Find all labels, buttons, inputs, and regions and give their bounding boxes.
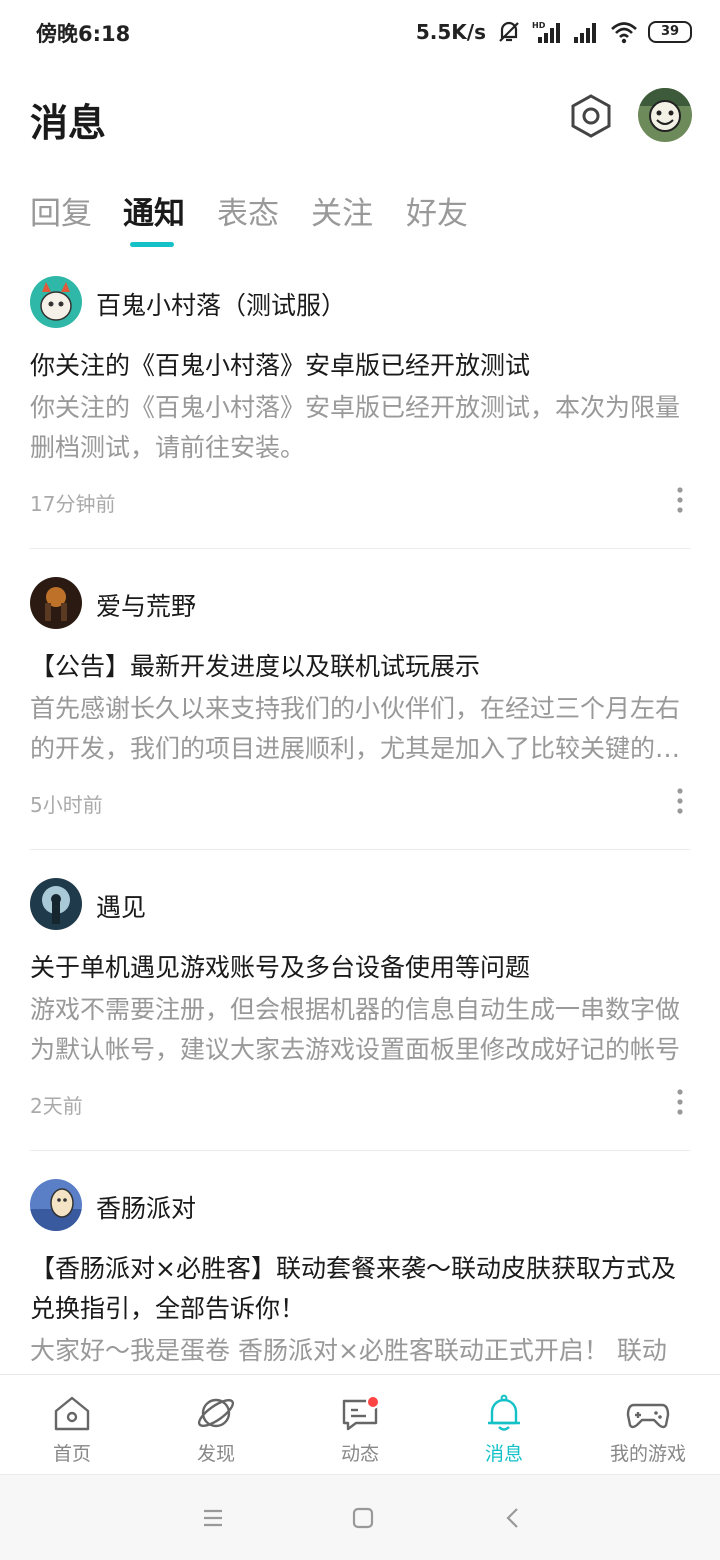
author-name[interactable]: 遇见	[96, 888, 146, 924]
author-avatar[interactable]	[30, 577, 82, 629]
avatar-image	[30, 878, 82, 930]
page-title: 消息	[30, 101, 107, 145]
more-options-button[interactable]	[668, 785, 692, 817]
mute-bell-icon	[499, 21, 519, 42]
svg-text:HD: HD	[532, 21, 546, 30]
nav-label: 我的游戏	[609, 1443, 686, 1465]
notification-body: 游戏不需要注册，但会根据机器的信息自动生成一串数字做为默认帐号，建议大家去游戏设…	[30, 995, 681, 1064]
signal-icon	[574, 23, 596, 43]
wifi-icon	[611, 22, 637, 44]
notification-time: 2天前	[30, 1094, 83, 1118]
notification-time: 17分钟前	[30, 492, 116, 516]
home-square-icon[interactable]	[348, 1503, 378, 1533]
nav-label: 消息	[484, 1443, 523, 1465]
nav-discover[interactable]: 发现	[144, 1375, 288, 1475]
planet-icon	[197, 1398, 235, 1428]
notification-title: 【公告】最新开发进度以及联机试玩展示	[30, 652, 481, 681]
notification-card[interactable]: 遇见 关于单机遇见游戏账号及多台设备使用等问题 游戏不需要注册，但会根据机器的信…	[0, 864, 720, 1151]
tab-follows[interactable]: 关注	[311, 188, 373, 233]
notification-card[interactable]: 香肠派对 【香肠派对×必胜客】联动套餐来袭～联动皮肤获取方式及兑换指引，全部告诉…	[0, 1165, 720, 1374]
signal-hd-icon: HD	[532, 21, 560, 43]
more-options-button[interactable]	[668, 484, 692, 516]
back-icon[interactable]	[498, 1503, 528, 1533]
author-name[interactable]: 百鬼小村落（测试服）	[96, 286, 346, 322]
tab-replies[interactable]: 回复	[30, 188, 92, 233]
home-icon	[54, 1396, 90, 1431]
more-options-button[interactable]	[668, 1086, 692, 1118]
nav-feed[interactable]: 动态	[288, 1375, 432, 1475]
gamepad-icon	[626, 1403, 670, 1429]
avatar-image	[30, 1179, 82, 1231]
settings-hexagon-icon	[571, 94, 611, 138]
user-avatar[interactable]	[638, 88, 692, 142]
notification-title: 关于单机遇见游戏账号及多台设备使用等问题	[30, 953, 531, 982]
active-tab-indicator	[130, 242, 174, 247]
notification-list: 百鬼小村落（测试服） 你关注的《百鬼小村落》安卓版已经开放测试 你关注的《百鬼小…	[0, 262, 720, 1374]
nav-messages[interactable]: 消息	[432, 1375, 576, 1475]
tab-friends[interactable]: 好友	[406, 188, 468, 233]
notification-body: 大家好～我是蛋卷 香肠派对×必胜客联动正式开启！ 联动	[30, 1336, 667, 1365]
status-bar: 傍晚6:18 5.5K/s HD 39	[0, 0, 720, 64]
author-avatar[interactable]	[30, 878, 82, 930]
notification-title: 你关注的《百鬼小村落》安卓版已经开放测试	[30, 351, 531, 380]
network-speed: 5.5K/s	[415, 20, 486, 44]
bottom-navigation: 首页 发现 动态 消息 我的游戏	[0, 1374, 720, 1474]
notification-body: 首先感谢长久以来支持我们的小伙伴们，在经过三个月左右的开发，我们的项目进展顺利，…	[30, 694, 681, 763]
status-icons: 5.5K/s HD 39	[416, 16, 692, 48]
notification-card[interactable]: 爱与荒野 【公告】最新开发进度以及联机试玩展示 首先感谢长久以来支持我们的小伙伴…	[0, 563, 720, 850]
battery-icon: 39	[648, 21, 692, 43]
avatar-image	[638, 88, 692, 142]
status-time: 傍晚6:18	[36, 22, 131, 46]
notification-time: 5小时前	[30, 793, 103, 817]
message-tabs: 回复 通知 表态 关注 好友	[0, 180, 720, 250]
nav-label: 发现	[196, 1443, 235, 1465]
more-vertical-icon	[677, 788, 683, 814]
menu-icon[interactable]	[198, 1503, 228, 1533]
nav-home[interactable]: 首页	[0, 1375, 144, 1475]
notification-body: 你关注的《百鬼小村落》安卓版已经开放测试，本次为限量删档测试，请前往安装。	[30, 393, 681, 462]
notification-title: 【香肠派对×必胜客】联动套餐来袭～联动皮肤获取方式及兑换指引，全部告诉你！	[30, 1254, 676, 1323]
divider	[30, 849, 690, 850]
system-navigation-bar	[0, 1474, 720, 1560]
divider	[30, 548, 690, 549]
nav-my-games[interactable]: 我的游戏	[576, 1375, 720, 1475]
nav-label: 动态	[340, 1443, 379, 1465]
avatar-image	[30, 276, 82, 328]
more-vertical-icon	[677, 487, 683, 513]
author-name[interactable]: 爱与荒野	[96, 587, 196, 623]
author-avatar[interactable]	[30, 276, 82, 328]
nav-label: 首页	[52, 1443, 91, 1465]
notification-badge	[366, 1395, 380, 1409]
notification-card[interactable]: 百鬼小村落（测试服） 你关注的《百鬼小村落》安卓版已经开放测试 你关注的《百鬼小…	[0, 262, 720, 549]
settings-button[interactable]	[566, 92, 616, 140]
tab-reactions[interactable]: 表态	[217, 188, 279, 233]
author-name[interactable]: 香肠派对	[96, 1189, 196, 1225]
divider	[30, 1150, 690, 1151]
tab-notifications[interactable]: 通知	[123, 188, 185, 233]
avatar-image	[30, 577, 82, 629]
author-avatar[interactable]	[30, 1179, 82, 1231]
more-vertical-icon	[677, 1089, 683, 1115]
bell-icon	[488, 1394, 520, 1431]
